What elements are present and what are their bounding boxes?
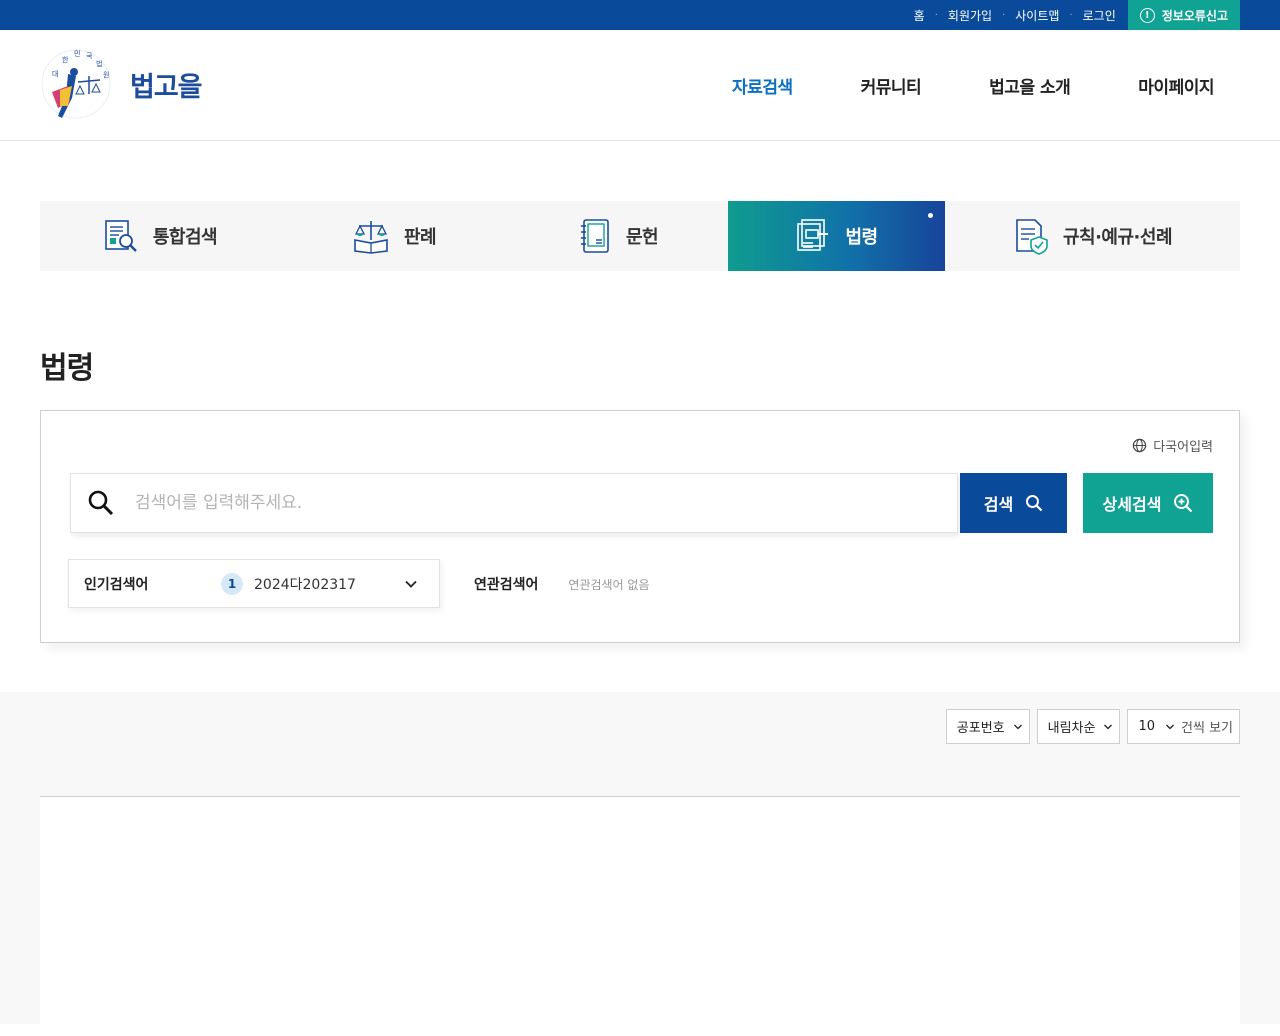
category-tabs: 통합검색 판례 문헌 법령 규칙·예규·선례 [40,201,1240,271]
top-utility-bar: 홈 · 회원가입 · 사이트맵 · 로그인 ! 정보오류신고 [0,0,1280,30]
sort-field-value: 공포번호 [956,721,1005,736]
tab-label: 규칙·예규·선례 [1062,227,1173,248]
svg-text:대: 대 [52,70,58,78]
nav-item-mypage[interactable]: 마이페이지 [1138,73,1214,98]
separator: · [1002,9,1006,21]
tab-label: 법령 [845,227,878,248]
court-emblem-icon: 대 한 민 국 법 원 [41,49,111,119]
logo-text: 법고을 [130,71,203,103]
nav-item-about[interactable]: 법고을 소개 [989,73,1071,98]
sort-field-select[interactable]: 공포번호 [945,709,1030,744]
search-icon [88,490,114,516]
svg-text:원: 원 [103,70,109,79]
svg-text:국: 국 [86,52,93,60]
gavel-document-icon [797,219,829,251]
site-header: 대 한 민 국 법 원 법고을 자료검색 커뮤니티 법고을 소개 마이페이지 [0,30,1280,141]
info-icon: ! [1139,7,1155,23]
svg-text:법: 법 [96,59,102,68]
search-field [70,473,958,533]
popular-keyword[interactable]: 2024다202317 [254,574,404,594]
separator: · [1069,9,1073,21]
page-size-suffix: 건씩 보기 [1181,721,1233,736]
nav-item-data-search[interactable]: 자료검색 [732,73,793,98]
results-area: 공포번호 내림차순 10 건씩 보기 [0,692,1280,1036]
detail-search-label: 상세검색 [1102,497,1162,514]
svg-text:민: 민 [74,49,80,58]
globe-icon [1132,438,1147,453]
zoom-in-icon [1174,494,1193,513]
tab-statutes[interactable]: 법령 [728,201,945,271]
related-keywords-value: 연관검색어 없음 [568,577,650,592]
notebook-icon [580,219,609,253]
report-error-button[interactable]: ! 정보오류신고 [1127,0,1240,30]
result-list [40,796,1240,1036]
sort-controls: 공포번호 내림차순 10 건씩 보기 [939,709,1240,744]
related-keywords: 연관검색어 연관검색어 없음 [474,574,650,594]
page-size-select[interactable]: 10 건씩 보기 [1127,709,1240,744]
shield-document-icon [1016,219,1048,255]
detail-search-button[interactable]: 상세검색 [1083,473,1213,533]
document-search-icon [105,220,137,252]
tab-label: 판례 [403,227,437,248]
sitemap-link[interactable]: 사이트맵 [1015,7,1059,24]
nav-item-community[interactable]: 커뮤니티 [861,73,922,98]
search-button[interactable]: 검색 [960,473,1067,533]
related-keywords-label: 연관검색어 [474,577,539,593]
sort-order-value: 내림차순 [1047,721,1096,736]
multilingual-input-label: 다국어입력 [1153,440,1213,455]
magnifier-icon [1026,495,1043,512]
page-size-value: 10 [1138,719,1156,734]
search-panel: 다국어입력 검색 상세검색 인기검색어 1 2024다202317 [40,410,1240,643]
tab-label: 문헌 [625,227,659,248]
sort-order-select[interactable]: 내림차순 [1036,709,1121,744]
report-error-label: 정보오류신고 [1161,8,1228,23]
search-button-label: 검색 [983,497,1014,514]
tab-precedent[interactable]: 판례 [280,201,508,271]
main-navigation: 자료검색 커뮤니티 법고을 소개 마이페이지 [664,30,1214,140]
popular-keywords-label: 인기검색어 [84,576,149,593]
tab-integrated-search[interactable]: 통합검색 [40,201,280,271]
chevron-down-icon [1013,724,1022,729]
popular-keywords-dropdown[interactable]: 인기검색어 1 2024다202317 [68,559,440,608]
separator: · [934,9,938,21]
search-input[interactable] [135,493,895,513]
svg-text:한: 한 [62,56,69,64]
login-link[interactable]: 로그인 [1083,7,1116,24]
rank-badge: 1 [221,572,243,595]
page-title: 법령 [40,351,94,386]
scales-book-icon [354,221,388,254]
multilingual-input-button[interactable]: 다국어입력 [1132,436,1213,455]
site-logo[interactable]: 대 한 민 국 법 원 법고을 [38,46,203,122]
chevron-down-icon[interactable] [404,577,418,591]
tab-rules[interactable]: 규칙·예규·선례 [945,201,1240,271]
chevron-down-icon [1166,724,1174,729]
signup-link[interactable]: 회원가입 [948,7,992,24]
tab-literature[interactable]: 문헌 [508,201,728,271]
chevron-down-icon [1104,724,1113,729]
home-link[interactable]: 홈 [914,7,925,24]
active-indicator-dot [928,213,933,218]
tab-label: 통합검색 [152,227,218,248]
utility-links: 홈 · 회원가입 · 사이트맵 · 로그인 ! 정보오류신고 [914,0,1240,30]
